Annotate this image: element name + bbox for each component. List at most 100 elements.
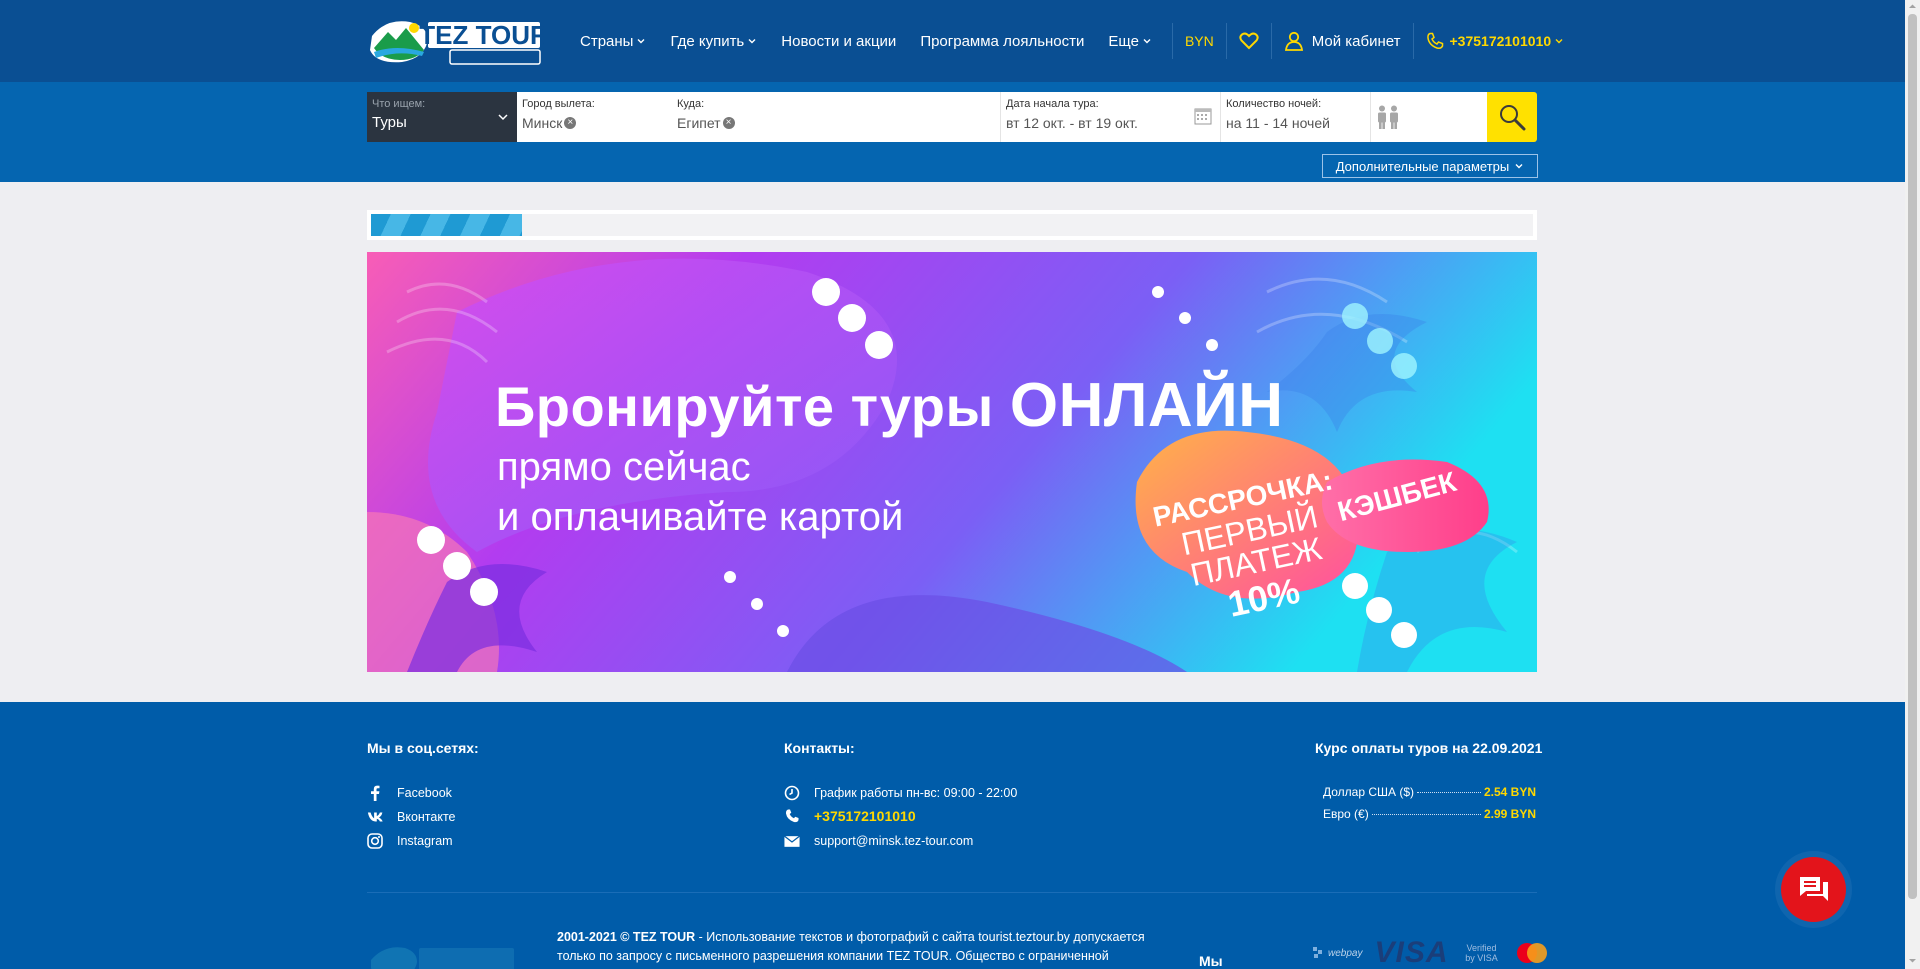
phone-icon <box>784 808 800 824</box>
currency-switch[interactable]: BYN <box>1185 33 1214 49</box>
verified-by-visa-logo: Verified by VISA <box>1465 943 1498 963</box>
social-vk-link[interactable]: Вконтакте <box>367 809 455 825</box>
work-schedule-text: График работы пн-вс: 09:00 - 22:00 <box>814 786 1018 800</box>
scrollbar-thumb[interactable] <box>1908 14 1917 899</box>
top-navigation-bar: TEZ TOUR Страны Где купить Новости и акц… <box>0 0 1905 82</box>
chevron-down-icon <box>637 39 645 44</box>
payment-logos: webpay VISA Verified by VISA <box>1312 936 1549 969</box>
contacts-title: Контакты: <box>784 740 855 756</box>
nav-news-label: Новости и акции <box>781 32 897 50</box>
rate-usd-value: 2.54 BYN <box>1483 785 1536 799</box>
copyright-bold: 2001-2021 © TEZ TOUR <box>557 930 696 944</box>
footer-phone-link[interactable]: +375172101010 <box>784 808 916 824</box>
additional-params-button[interactable]: Дополнительные параметры <box>1322 154 1538 178</box>
rate-dots <box>1417 792 1481 793</box>
search-form: Город вылета: Минск × Куда: Египет × Дата … <box>517 92 1487 142</box>
nav-separator <box>1171 23 1173 59</box>
nights-value: на 11 - 14 ночей <box>1226 115 1330 131</box>
nav-separator <box>1412 23 1414 59</box>
rate-usd-name: Доллар США ($) <box>1323 785 1415 799</box>
webpay-logo: webpay <box>1312 946 1362 960</box>
rate-dots <box>1371 814 1481 815</box>
calendar-icon[interactable] <box>1194 107 1212 125</box>
logo-tez-text: TEZ TOUR <box>419 20 544 50</box>
nav-news[interactable]: Новости и акции <box>781 33 896 50</box>
footer-we-label: Мы <box>1199 953 1223 969</box>
banner-subtitle-line2: и оплачивайте картой <box>497 495 904 539</box>
webpay-icon <box>1313 947 1322 958</box>
departure-city-label: Город вылета: <box>522 98 595 110</box>
footer-email-text: support@minsk.tez-tour.com <box>814 834 974 848</box>
nav-countries-label: Страны <box>580 32 634 50</box>
nav-more-label: Еще <box>1108 32 1139 50</box>
nav-where-to-buy[interactable]: Где купить <box>670 33 757 50</box>
footer-divider <box>367 892 1537 893</box>
social-vk-label: Вконтакте <box>397 810 456 824</box>
footer-logo <box>367 940 517 969</box>
progress-track <box>371 214 1533 236</box>
nights-label: Количество ночей: <box>1226 98 1322 110</box>
promo-banner[interactable]: Бронируйте туры ОНЛАЙН прямо сейчас и оп… <box>367 252 1537 672</box>
visa-logo: VISA <box>1374 936 1449 969</box>
footer-phone-number: +375172101010 <box>814 808 916 824</box>
chevron-down-icon <box>498 114 508 121</box>
nav-separator <box>1225 23 1227 59</box>
search-type-label: Что ищем: <box>372 98 426 110</box>
social-instagram-link[interactable]: Instagram <box>367 833 453 849</box>
work-schedule: График работы пн-вс: 09:00 - 22:00 <box>784 785 1017 801</box>
header-phone-number: +375172101010 <box>1449 33 1552 49</box>
departure-city-field[interactable]: Город вылета: Минск × <box>517 92 672 142</box>
clock-icon <box>784 785 800 801</box>
tez-tour-logo[interactable]: TEZ TOUR <box>366 14 549 66</box>
rate-eur-name: Евро (€) <box>1323 807 1369 821</box>
mastercard-icon <box>1516 943 1547 963</box>
search-type-select[interactable]: Что ищем: Туры <box>367 92 517 142</box>
destination-field[interactable]: Куда: Египет × <box>672 92 1000 142</box>
header-phone[interactable]: +375172101010 <box>1426 32 1565 50</box>
nav-loyalty[interactable]: Программа лояльности <box>920 33 1084 50</box>
tourists-field[interactable] <box>1370 92 1487 142</box>
main-nav: Страны Где купить Новости и акции Програ… <box>580 0 1564 82</box>
loading-progress <box>367 210 1537 240</box>
clear-departure-icon[interactable]: × <box>564 117 577 129</box>
chevron-down-icon <box>1555 39 1563 44</box>
banner-headline-part2: ОНЛАЙН <box>1009 371 1284 440</box>
nights-field[interactable]: Количество ночей: на 11 - 14 ночей <box>1220 92 1370 142</box>
scroll-up-icon[interactable] <box>1908 2 1917 11</box>
rate-eur-value: 2.99 BYN <box>1483 807 1536 821</box>
chevron-down-icon <box>1143 39 1151 44</box>
my-cabinet-button[interactable]: Мой кабинет <box>1284 31 1401 51</box>
social-title: Мы в соц.сетях: <box>367 740 479 756</box>
nav-where-to-buy-label: Где купить <box>670 32 745 50</box>
tour-start-date-label: Дата начала тура: <box>1006 98 1099 110</box>
search-icon <box>1500 105 1526 131</box>
vk-icon <box>367 809 383 825</box>
nav-loyalty-label: Программа лояльности <box>920 32 1085 50</box>
tourists-icon <box>1378 105 1398 129</box>
phone-icon <box>1426 32 1443 49</box>
tour-start-date-field[interactable]: Дата начала тура: вт 12 окт. - вт 19 окт… <box>1000 92 1220 142</box>
social-facebook-link[interactable]: Facebook <box>367 785 452 801</box>
chat-icon <box>1799 876 1828 901</box>
favorites-button[interactable] <box>1239 32 1259 50</box>
nav-separator <box>1270 23 1272 59</box>
social-instagram-label: Instagram <box>397 834 453 848</box>
banner-subtitle: прямо сейчас и оплачивайте картой <box>497 442 903 542</box>
rate-usd: Доллар США ($) 2.54 BYN <box>1323 785 1536 799</box>
page-scrollbar[interactable] <box>1905 0 1920 969</box>
chevron-down-icon <box>1515 164 1523 169</box>
chat-button[interactable] <box>1781 857 1846 922</box>
banner-headline: Бронируйте туры ОНЛАЙН <box>495 370 1284 441</box>
facebook-icon <box>367 785 383 801</box>
footer-email-link[interactable]: support@minsk.tez-tour.com <box>784 833 973 849</box>
search-button[interactable] <box>1487 92 1537 142</box>
nav-more[interactable]: Еще <box>1108 33 1152 50</box>
search-type-value: Туры <box>372 114 407 131</box>
nav-countries[interactable]: Страны <box>580 33 646 50</box>
clear-destination-icon[interactable]: × <box>722 117 735 129</box>
chevron-down-icon <box>748 39 756 44</box>
my-cabinet-label: Мой кабинет <box>1311 32 1401 50</box>
scroll-down-icon[interactable] <box>1908 956 1917 965</box>
rate-eur: Евро (€) 2.99 BYN <box>1323 807 1536 821</box>
banner-headline-part1: Бронируйте туры <box>495 375 1010 438</box>
